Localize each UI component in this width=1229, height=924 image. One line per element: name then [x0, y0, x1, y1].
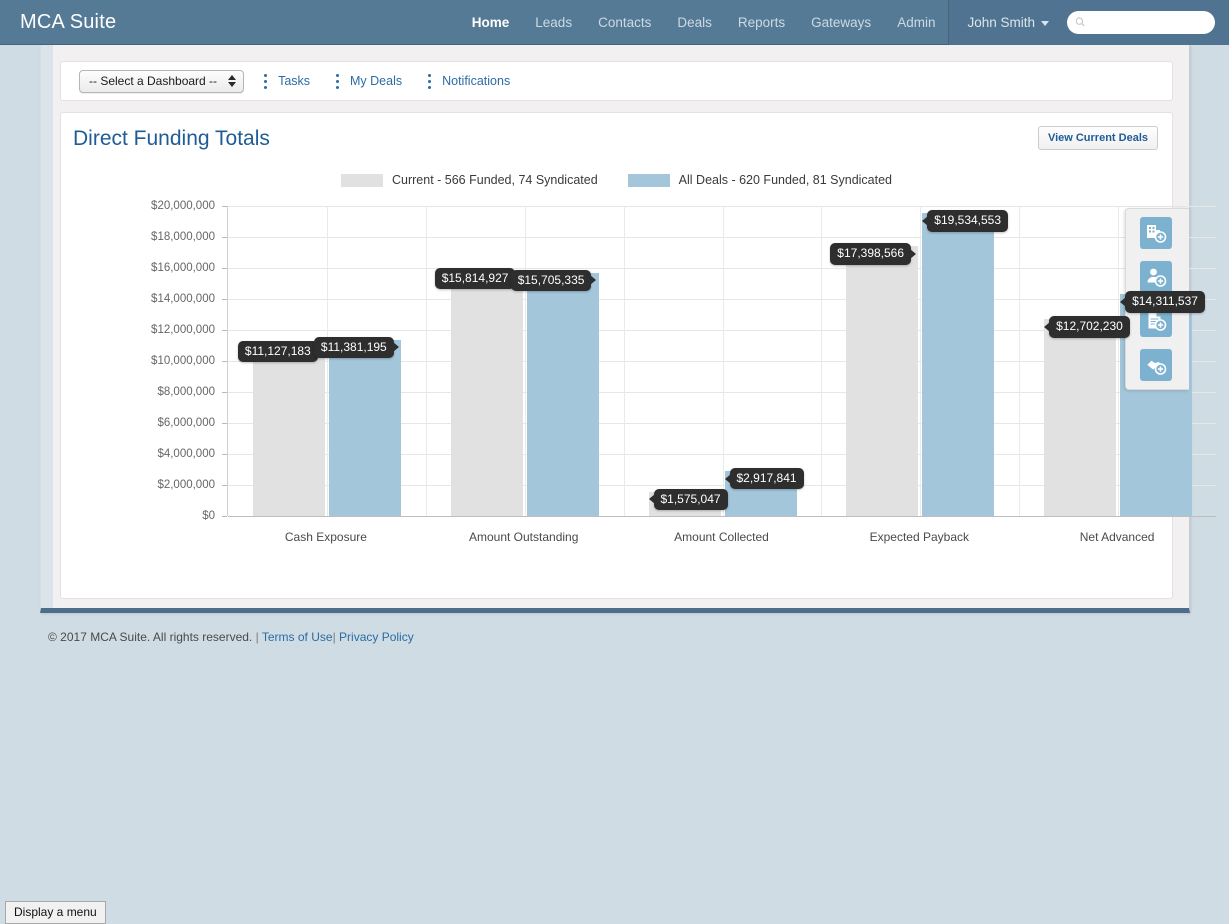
chart-data-label: $11,127,183 [237, 340, 318, 363]
chart-legend: Current - 566 Funded, 74 Syndicated All … [61, 173, 1172, 187]
chevron-down-icon [1041, 20, 1049, 26]
chart-data-label: $11,381,195 [313, 336, 394, 359]
global-search[interactable] [1067, 10, 1215, 34]
chart-bar[interactable] [526, 272, 599, 516]
top-navbar: MCA Suite Home Leads Contacts Deals Repo… [0, 0, 1229, 45]
user-name-label: John Smith [967, 14, 1035, 30]
legend-swatch-current [340, 173, 383, 187]
chart-canvas [227, 206, 1216, 517]
x-axis-tick-label: Expected Payback [869, 530, 969, 544]
legend-item-current[interactable]: Current - 566 Funded, 74 Syndicated [340, 173, 598, 187]
legend-label-current: Current - 566 Funded, 74 Syndicated [391, 173, 598, 187]
footer-link-terms[interactable]: Terms of Use [262, 630, 333, 644]
primary-nav: Home Leads Contacts Deals Reports Gatewa… [459, 0, 949, 45]
toolbar-link-tasks[interactable]: Tasks [278, 74, 310, 88]
dashboard-select-value: -- Select a Dashboard -- [89, 74, 218, 88]
navbar-right-section: John Smith [948, 0, 1229, 45]
chart-bar[interactable] [450, 270, 523, 516]
add-contact-icon[interactable] [1140, 261, 1172, 293]
chart-gridline [228, 516, 1216, 517]
y-tick-mark [222, 516, 227, 517]
page-panel: -- Select a Dashboard -- Tasks My Deals … [40, 45, 1216, 613]
y-axis-tick-label: $10,000,000 [151, 355, 215, 367]
select-spinner-icon [228, 75, 237, 87]
y-axis-tick-label: $8,000,000 [157, 386, 215, 398]
chart-data-label: $12,702,230 [1049, 316, 1130, 338]
chart-category-divider [623, 206, 625, 516]
x-axis-tick-label: Net Advanced [1079, 530, 1155, 544]
nav-link-gateways[interactable]: Gateways [798, 0, 884, 45]
chart-data-label: $2,917,841 [729, 467, 804, 490]
page-title: Direct Funding Totals [73, 127, 270, 150]
chart-data-label: $14,311,537 [1125, 291, 1205, 313]
x-axis-tick-label: Amount Collected [674, 530, 769, 544]
chart-category-divider [425, 206, 427, 516]
y-axis-tick-label: $4,000,000 [157, 448, 215, 460]
nav-link-reports[interactable]: Reports [725, 0, 798, 45]
footer-link-privacy[interactable]: Privacy Policy [339, 630, 414, 644]
nav-link-contacts[interactable]: Contacts [585, 0, 664, 45]
y-axis-tick-label: $12,000,000 [151, 324, 215, 336]
y-axis-tick-label: $14,000,000 [151, 293, 215, 305]
nav-link-leads[interactable]: Leads [522, 0, 585, 45]
chart-data-label: $1,575,047 [653, 488, 728, 511]
chart-card-header: Direct Funding Totals View Current Deals [61, 113, 1172, 167]
left-rail [41, 45, 53, 608]
y-axis-tick-label: $2,000,000 [157, 479, 215, 491]
y-axis-tick-label: $6,000,000 [157, 417, 215, 429]
dashboard-toolbar: -- Select a Dashboard -- Tasks My Deals … [60, 61, 1173, 101]
chart-data-label: $15,814,927 [434, 267, 516, 290]
search-input[interactable] [1089, 14, 1207, 30]
footer-separator-2: | [332, 630, 336, 644]
y-axis-tick-label: $16,000,000 [151, 262, 215, 274]
drag-handle-notifications[interactable] [422, 72, 436, 90]
search-icon [1075, 17, 1085, 27]
drag-handle-my-deals[interactable] [330, 72, 344, 90]
chart-data-label: $15,705,335 [510, 269, 592, 292]
legend-label-all-deals: All Deals - 620 Funded, 81 Syndicated [678, 173, 892, 187]
add-company-icon[interactable] [1140, 217, 1172, 249]
toolbar-link-notifications[interactable]: Notifications [442, 74, 510, 88]
view-current-deals-button[interactable]: View Current Deals [1037, 126, 1158, 150]
y-axis-tick-label: $18,000,000 [151, 231, 215, 243]
chart-bar[interactable] [922, 213, 995, 516]
chart-card: Direct Funding Totals View Current Deals… [60, 112, 1216, 599]
chart-category-midline [326, 206, 328, 516]
toolbar-link-my-deals[interactable]: My Deals [350, 74, 402, 88]
nav-link-deals[interactable]: Deals [664, 0, 725, 45]
chart-plot-area: $0 $2,000,000 $4,000,000 $6,000,000 $8,000,0… [61, 196, 1216, 551]
y-axis-tick-label: $20,000,000 [151, 200, 215, 212]
y-axis-tick-label: $0 [202, 510, 215, 522]
footer-copyright: © 2017 MCA Suite. All rights reserved. [48, 630, 253, 644]
app-brand[interactable]: MCA Suite [0, 11, 116, 34]
nav-link-admin[interactable]: Admin [884, 0, 948, 45]
footer: © 2017 MCA Suite. All rights reserved. |… [48, 630, 414, 644]
chart-category-midline [920, 206, 922, 516]
nav-link-home[interactable]: Home [459, 0, 523, 45]
footer-separator-1: | [255, 630, 259, 644]
chart-category-divider [821, 206, 823, 516]
chart-category-midline [524, 206, 526, 516]
legend-swatch-all-deals [627, 173, 670, 187]
chart-data-label: $19,534,553 [927, 210, 1009, 232]
x-axis-tick-label: Cash Exposure [284, 530, 367, 544]
x-axis-tick-label: Amount Outstanding [468, 530, 579, 544]
chart-bar[interactable] [846, 246, 919, 516]
add-deal-icon[interactable] [1140, 349, 1172, 381]
chart-bar[interactable] [1044, 319, 1117, 516]
chart-category-midline [1118, 206, 1120, 516]
dashboard-select[interactable]: -- Select a Dashboard -- [79, 69, 245, 93]
legend-item-all-deals[interactable]: All Deals - 620 Funded, 81 Syndicated [627, 173, 892, 187]
status-tooltip: Display a menu [5, 901, 106, 924]
chart-bar[interactable] [252, 343, 325, 516]
chart-bar[interactable] [328, 339, 401, 516]
chart-category-divider [1019, 206, 1021, 516]
user-menu[interactable]: John Smith [967, 15, 1049, 30]
chart-category-midline [722, 206, 724, 516]
chart-data-label: $17,398,566 [830, 243, 912, 265]
drag-handle-tasks[interactable] [258, 72, 272, 90]
